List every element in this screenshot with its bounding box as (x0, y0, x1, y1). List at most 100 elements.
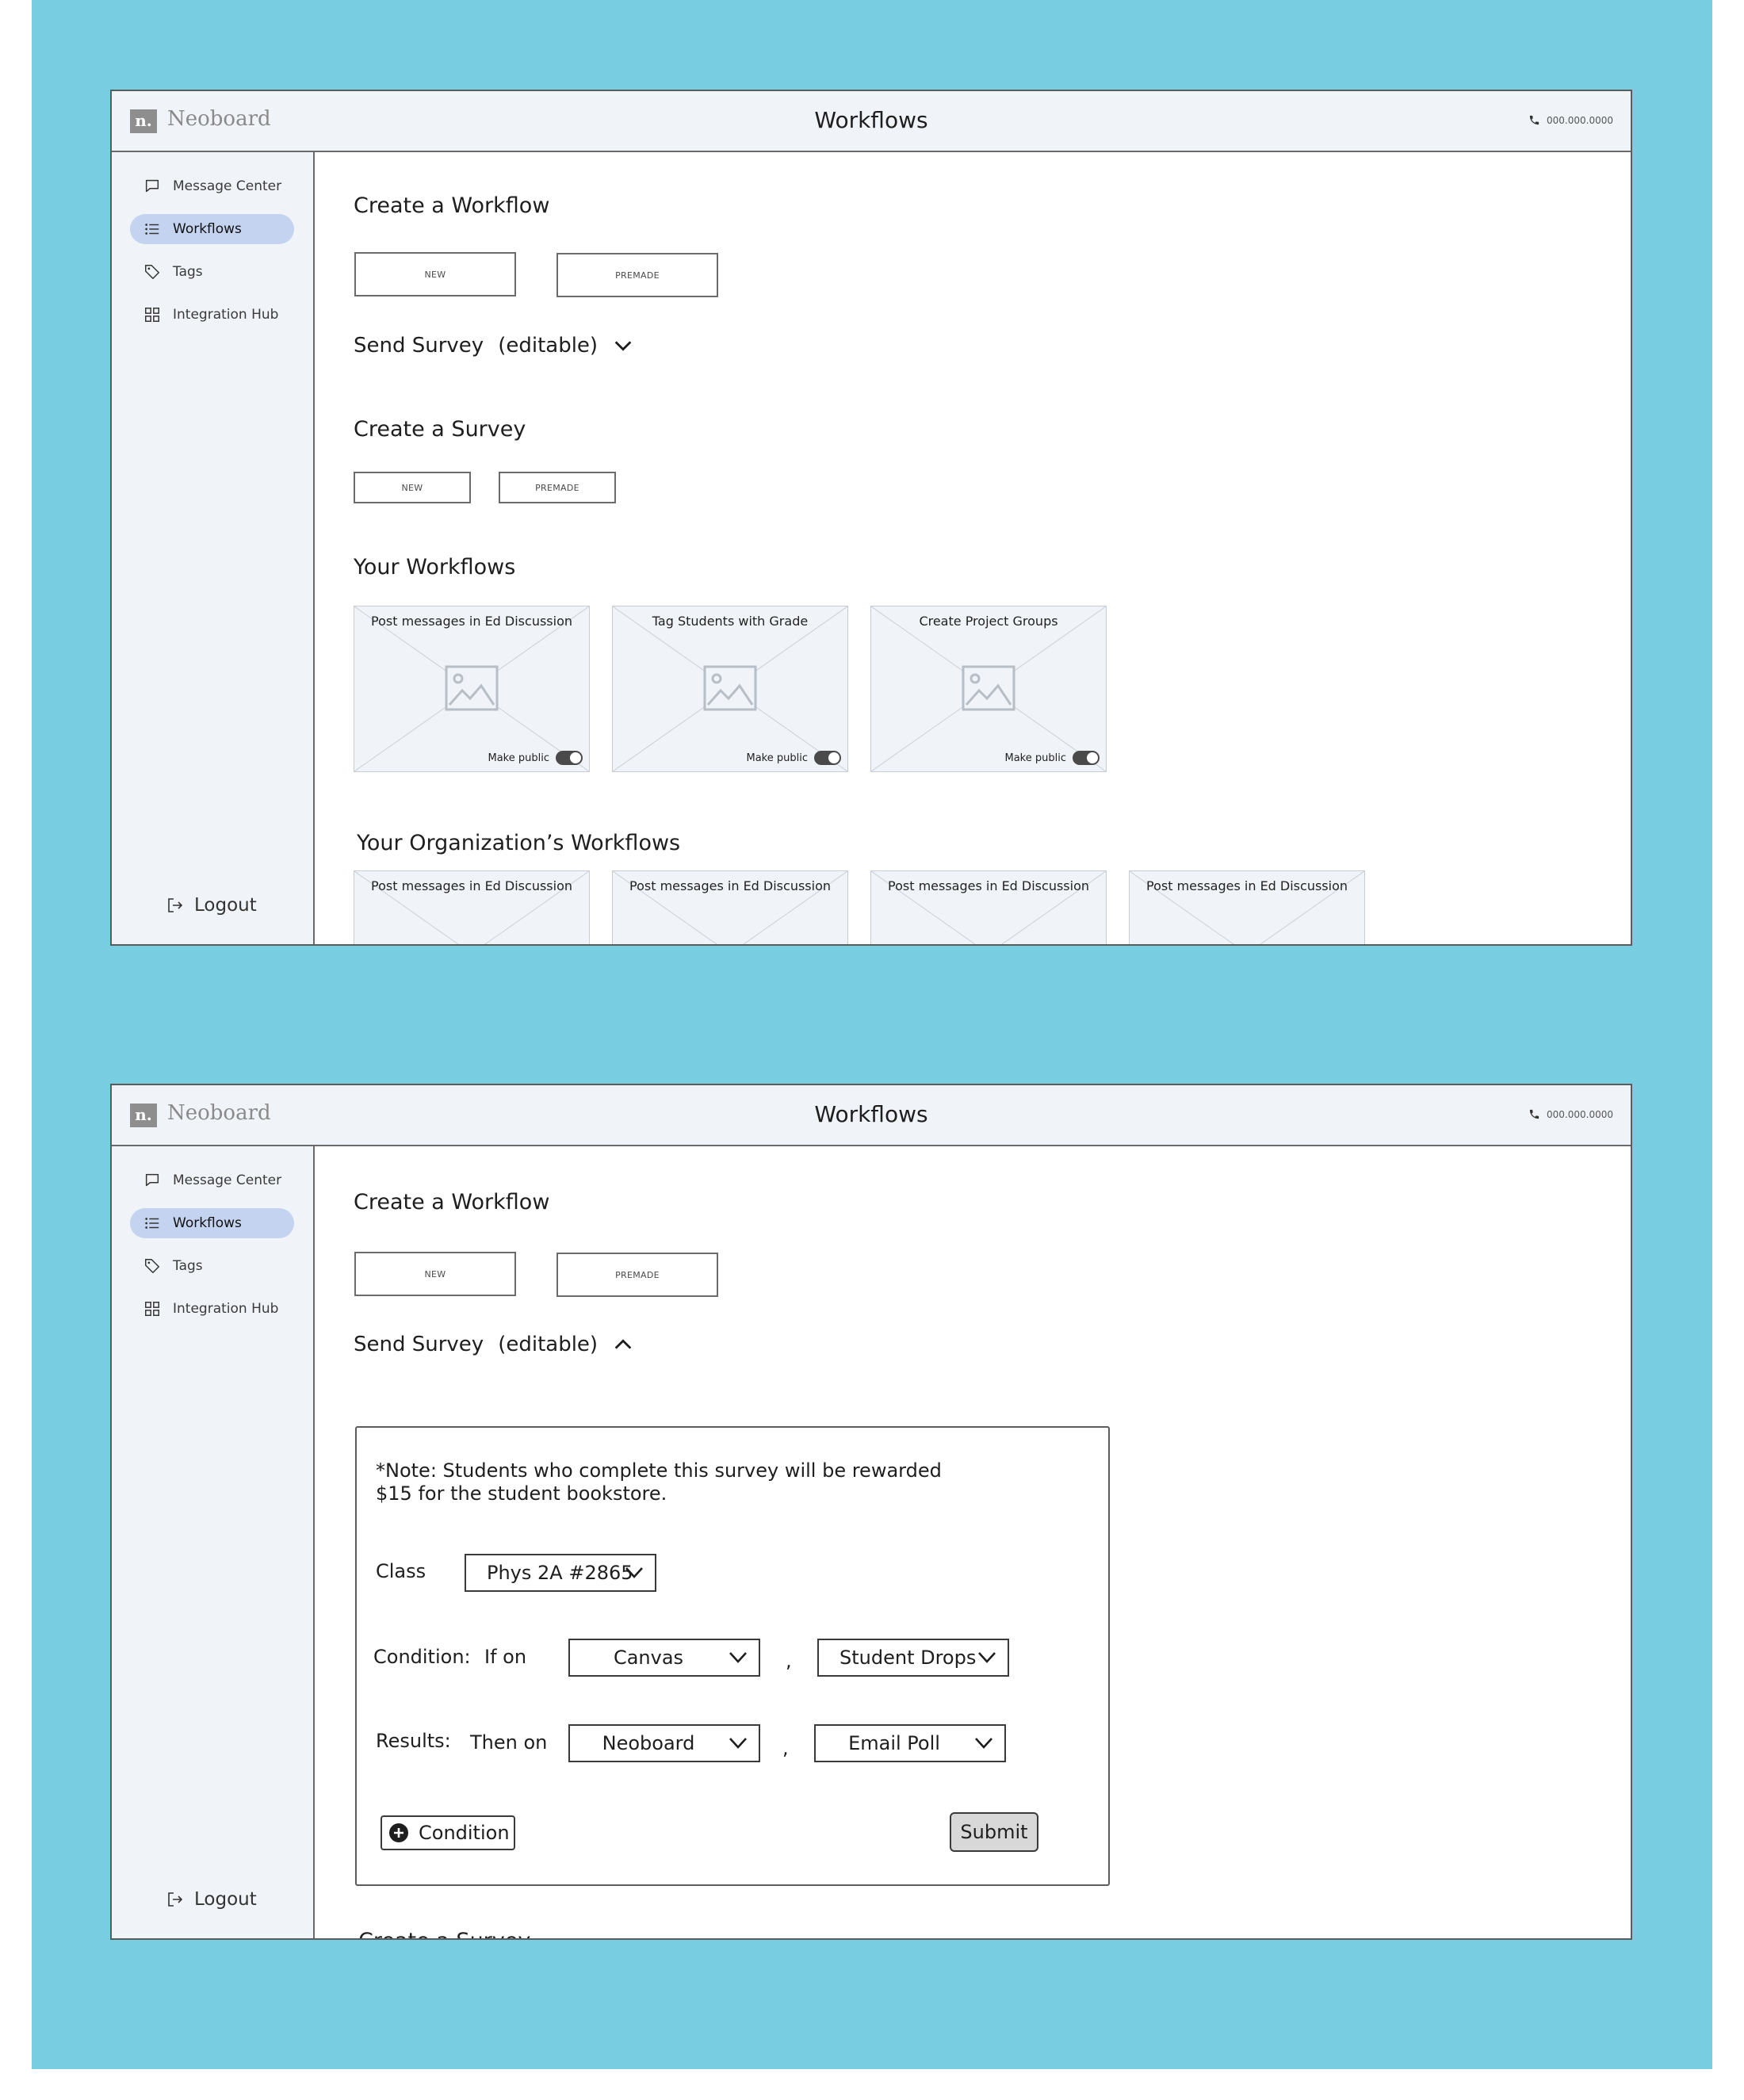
phone-number: 000.000.0000 (1547, 1108, 1613, 1120)
top-bar: n. Neoboard Workflows 000.000.0000 (112, 1085, 1631, 1146)
send-survey-title: Send Survey (354, 1333, 484, 1356)
premade-survey-button[interactable]: PREMADE (499, 472, 616, 503)
logout-label: Logout (194, 1889, 257, 1910)
workflow-card-title: Post messages in Ed Discussion (371, 614, 572, 629)
plus-circle-icon (389, 1823, 408, 1842)
chevron-down-icon (975, 1738, 992, 1749)
org-workflow-card[interactable]: Post messages in Ed Discussion (870, 870, 1107, 944)
create-survey-heading: Create a Survey (358, 1929, 530, 1938)
phone-icon (1529, 1109, 1539, 1119)
logout-button[interactable]: Logout (166, 895, 257, 916)
your-workflows-heading: Your Workflows (354, 555, 516, 580)
premade-workflow-button[interactable]: PREMADE (556, 253, 718, 297)
workflow-card-title: Create Project Groups (919, 614, 1058, 629)
results-label: Results: (376, 1730, 451, 1752)
new-workflow-button[interactable]: NEW (354, 252, 516, 296)
org-workflow-card[interactable]: Post messages in Ed Discussion (1129, 870, 1365, 944)
sidebar-item-message-center[interactable]: Message Center (130, 171, 294, 201)
make-public-control: Make public (746, 751, 841, 765)
send-survey-toggle[interactable]: Send Survey (editable) (354, 334, 634, 358)
sidebar-item-label: Workflows (173, 1215, 242, 1231)
sidebar: Message Center Workflows Tags Integratio… (112, 152, 315, 944)
phone-contact[interactable]: 000.000.0000 (1528, 1108, 1613, 1120)
make-public-label: Make public (488, 752, 550, 764)
add-condition-button[interactable]: Condition (381, 1815, 515, 1850)
workflow-card[interactable]: Post messages in Ed Discussion Make publ… (354, 606, 590, 772)
new-survey-button[interactable]: NEW (354, 472, 471, 503)
sidebar-item-integration-hub[interactable]: Integration Hub (130, 1294, 294, 1324)
page-title: Workflows (814, 107, 928, 133)
chevron-down-icon (625, 1567, 643, 1578)
sidebar-item-message-center[interactable]: Message Center (130, 1165, 294, 1195)
send-survey-form: *Note: Students who complete this survey… (355, 1426, 1110, 1886)
workflow-card-title: Post messages in Ed Discussion (888, 878, 1089, 893)
image-icon (445, 665, 499, 711)
logout-label: Logout (194, 895, 257, 916)
chevron-down-icon (614, 341, 632, 351)
send-survey-toggle[interactable]: Send Survey (editable) (354, 1333, 634, 1356)
class-label: Class (376, 1560, 426, 1582)
sidebar-item-integration-hub[interactable]: Integration Hub (130, 300, 294, 330)
chat-bubble-icon (143, 1171, 162, 1190)
image-icon (703, 665, 757, 711)
reward-note-line: $15 for the student bookstore. (376, 1482, 667, 1505)
grid-icon (143, 305, 162, 324)
workflows-screen-collapsed: n. Neoboard Workflows 000.000.0000 Messa… (110, 90, 1632, 946)
reward-note: *Note: Students who complete this survey… (376, 1459, 942, 1505)
logout-icon (168, 1892, 183, 1907)
sidebar-item-label: Message Center (173, 178, 282, 194)
make-public-label: Make public (746, 752, 809, 764)
workflow-card-title: Post messages in Ed Discussion (629, 878, 831, 893)
list-icon (143, 220, 162, 239)
tag-icon (143, 262, 162, 281)
chevron-down-icon (729, 1738, 747, 1749)
sidebar-item-label: Workflows (173, 221, 242, 237)
grid-icon (143, 1299, 162, 1318)
submit-button[interactable]: Submit (950, 1812, 1038, 1852)
sidebar-item-workflows[interactable]: Workflows (130, 214, 294, 244)
workflow-card[interactable]: Create Project Groups Make public (870, 606, 1107, 772)
page-title: Workflows (814, 1101, 928, 1127)
main-content: Create a Workflow NEW PREMADE Send Surve… (315, 1146, 1631, 1938)
make-public-toggle[interactable] (814, 751, 841, 765)
phone-contact[interactable]: 000.000.0000 (1528, 114, 1613, 126)
results-action-select[interactable]: Email Poll (814, 1724, 1006, 1762)
org-workflows-heading: Your Organization’s Workflows (357, 831, 681, 855)
separator-comma: , (786, 1650, 792, 1672)
main-content: Create a Workflow NEW PREMADE Send Surve… (315, 152, 1631, 944)
class-select[interactable]: Phys 2A #2865 (465, 1554, 656, 1592)
condition-platform-select[interactable]: Canvas (568, 1639, 760, 1677)
results-platform-value: Neoboard (602, 1732, 695, 1754)
new-workflow-button[interactable]: NEW (354, 1252, 516, 1296)
sidebar-item-workflows[interactable]: Workflows (130, 1208, 294, 1238)
make-public-toggle[interactable] (1073, 751, 1100, 765)
make-public-toggle[interactable] (556, 751, 583, 765)
workflow-card-title: Post messages in Ed Discussion (371, 878, 572, 893)
sidebar-item-tags[interactable]: Tags (130, 1251, 294, 1281)
org-workflow-card[interactable]: Post messages in Ed Discussion (354, 870, 590, 944)
sidebar: Message Center Workflows Tags Integratio… (112, 1146, 315, 1938)
then-on-label: Then on (470, 1731, 548, 1754)
send-survey-editable: (editable) (498, 334, 599, 358)
org-workflow-card[interactable]: Post messages in Ed Discussion (612, 870, 848, 944)
send-survey-editable: (editable) (498, 1333, 599, 1356)
reward-note-line: *Note: Students who complete this survey… (376, 1459, 942, 1482)
phone-icon (1529, 115, 1539, 125)
make-public-control: Make public (488, 751, 583, 765)
condition-event-select[interactable]: Student Drops (817, 1639, 1009, 1677)
results-action-value: Email Poll (848, 1732, 940, 1754)
top-bar: n. Neoboard Workflows 000.000.0000 (112, 91, 1631, 152)
sidebar-item-tags[interactable]: Tags (130, 257, 294, 287)
chevron-down-icon (729, 1652, 747, 1663)
if-on-label: If on (484, 1646, 527, 1668)
logout-button[interactable]: Logout (166, 1889, 257, 1910)
phone-number: 000.000.0000 (1547, 114, 1613, 126)
chevron-down-icon (978, 1652, 996, 1663)
condition-label: Condition: (373, 1646, 471, 1668)
premade-workflow-button[interactable]: PREMADE (556, 1253, 718, 1297)
send-survey-title: Send Survey (354, 334, 484, 358)
workflow-card[interactable]: Tag Students with Grade Make public (612, 606, 848, 772)
tag-icon (143, 1257, 162, 1276)
condition-platform-value: Canvas (613, 1647, 684, 1669)
results-platform-select[interactable]: Neoboard (568, 1724, 760, 1762)
